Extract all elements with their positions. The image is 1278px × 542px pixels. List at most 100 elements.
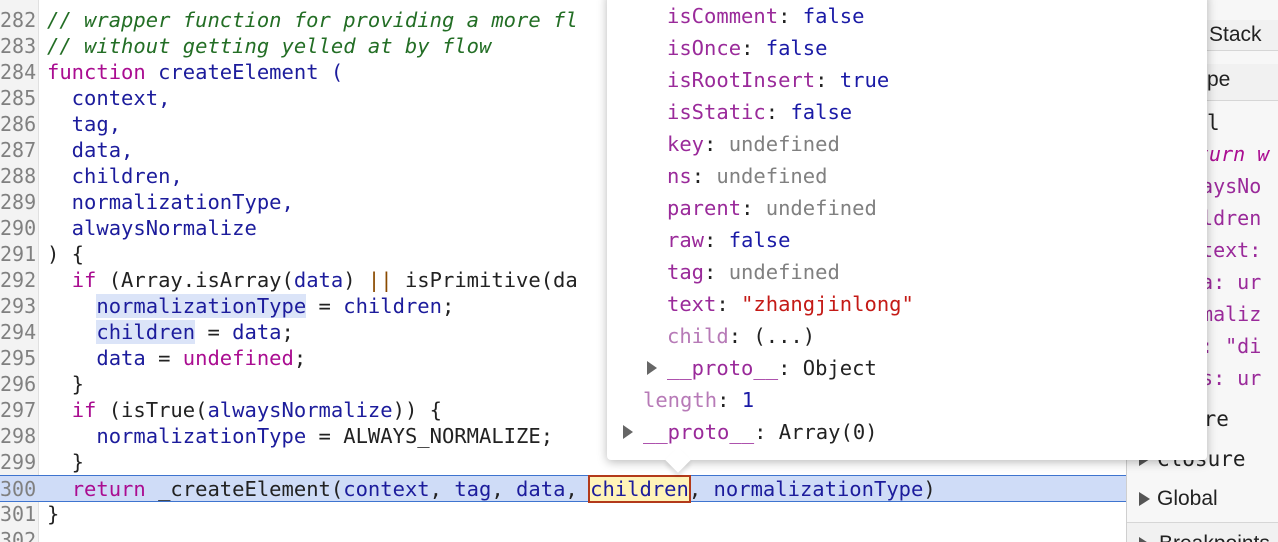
code-token: // without getting yelled at by flow [47,34,492,58]
property-value: false [765,36,828,60]
code-line[interactable]: 302 [0,527,1126,542]
code-token: , [565,477,591,501]
code-token: normalizationType [713,477,924,501]
popover-length-row[interactable]: length: 1 [643,384,754,416]
property-separator: : [778,4,803,28]
breakpoints-header[interactable]: Breakpoints [1127,522,1278,542]
code-token: ) { [47,242,85,266]
line-number[interactable]: 299 [0,449,36,475]
code-token: if [71,268,97,292]
current-execution-line[interactable]: 300 return _createElement(context, tag, … [0,475,1126,503]
popover-property-row[interactable]: ns: undefined [667,160,827,192]
property-separator: : [754,420,779,444]
code-token: // wrapper function for providing a more… [47,8,578,32]
popover-property-row[interactable]: raw: false [667,224,790,256]
code-token: )) { [392,398,442,422]
property-separator: : [716,292,742,316]
property-value: true [839,68,890,92]
line-number[interactable]: 297 [0,397,36,423]
line-number[interactable]: 290 [0,215,36,241]
line-number[interactable]: 288 [0,163,36,189]
popover-property-row[interactable]: isComment: false [667,0,865,32]
code-text: if (isTrue(alwaysNormalize)) { [47,397,442,423]
property-value: (...) [753,324,816,348]
property-value: "zhangjinlong" [741,292,914,316]
code-token: alwaysNormalize [47,216,257,240]
property-separator: : [691,164,717,188]
expand-triangle-icon [1139,537,1150,542]
popover-property-row[interactable]: isRootInsert: true [667,64,889,96]
property-key: raw [667,228,705,252]
code-token: = [306,294,344,318]
popover-proto-row[interactable]: __proto__: Object [647,352,877,384]
code-text: alwaysNormalize [47,215,257,241]
line-number[interactable]: 289 [0,189,36,215]
scope-label: pe [1207,68,1231,91]
line-number[interactable]: 294 [0,319,36,345]
code-line[interactable]: 301} [0,501,1126,527]
line-number[interactable]: 284 [0,59,36,85]
expand-triangle-icon[interactable] [623,425,633,439]
code-token: children, [47,164,183,188]
code-text: context, [47,85,171,111]
code-text: normalizationType = ALWAYS_NORMALIZE; [47,423,553,449]
popover-property-row[interactable]: isOnce: false [667,32,827,64]
line-number[interactable]: 286 [0,111,36,137]
hovered-variable[interactable]: children [588,475,691,503]
line-number[interactable]: 298 [0,423,36,449]
code-token: tag, [47,112,122,136]
property-key: isOnce [667,36,742,60]
property-value: false [802,4,865,28]
property-separator: : [741,36,766,60]
line-number[interactable]: 282 [0,7,36,33]
code-token: (isTrue( [96,398,208,422]
popover-property-row[interactable]: tag: undefined [667,256,840,288]
line-number[interactable]: 295 [0,345,36,371]
code-token: , [429,477,455,501]
line-number[interactable]: 283 [0,33,36,59]
code-text: // wrapper function for providing a more… [47,7,578,33]
line-number[interactable]: 292 [0,267,36,293]
code-token: } [47,372,85,396]
line-number[interactable]: 293 [0,293,36,319]
property-value: 1 [741,388,755,412]
property-separator: : [704,132,729,156]
popover-property-row[interactable]: key: undefined [667,128,840,160]
code-token: ; [281,320,294,344]
code-text: if (Array.isArray(data) || isPrimitive(d… [47,267,578,293]
code-text: data = undefined; [47,345,306,371]
code-token: tag [454,477,492,501]
expand-triangle-icon[interactable] [647,361,657,375]
scope-variable-fragment[interactable]: turn w [1197,141,1269,167]
property-separator: : [717,388,742,412]
popover-property-row[interactable]: child: (...) [667,320,815,352]
code-text: } [47,371,84,397]
property-key: text [667,292,717,316]
popover-property-row[interactable]: text: "zhangjinlong" [667,288,914,320]
global-scope[interactable]: Global [1127,484,1278,514]
popover-property-row[interactable]: isStatic: false [667,96,852,128]
line-number[interactable]: 296 [0,371,36,397]
code-text: children = data; [47,319,294,345]
line-number[interactable]: 291 [0,241,36,267]
popover-property-row[interactable]: parent: undefined [667,192,877,224]
property-key: __proto__ [643,420,755,444]
line-number[interactable]: 301 [0,501,36,527]
line-number[interactable]: 287 [0,137,36,163]
line-number[interactable]: 285 [0,85,36,111]
property-value: Object [802,356,877,380]
code-token: , [688,477,714,501]
popover-array-proto-row[interactable]: __proto__: Array(0) [623,416,878,448]
property-key: parent [667,196,742,220]
code-text: normalizationType = children; [47,293,454,319]
variable-preview-popover[interactable]: isComment: false isOnce: false isRootInser… [607,0,1207,473]
code-token: || [367,268,393,292]
property-key: isComment [667,4,779,28]
code-text: normalizationType, [47,189,294,215]
code-token: = ALWAYS_NORMALIZE; [306,424,554,448]
line-number[interactable]: 302 [0,527,36,542]
line-number[interactable]: 300 [0,476,36,502]
code-token: data [293,268,344,292]
